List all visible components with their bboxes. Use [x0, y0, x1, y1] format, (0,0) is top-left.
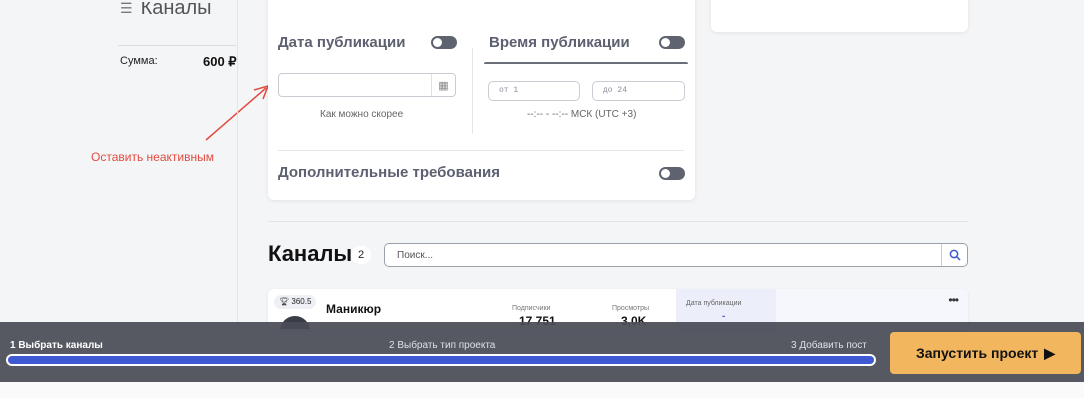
channels-title: Каналы: [268, 241, 353, 266]
play-icon: ▶: [1044, 344, 1056, 361]
date-field[interactable]: ▦: [278, 73, 456, 97]
channels-count-badge: 2: [351, 246, 371, 264]
progress-bar: [6, 354, 876, 366]
asap-text: Как можно скорее: [320, 109, 404, 120]
date-toggle[interactable]: [431, 36, 457, 49]
divider: [278, 150, 684, 151]
divider: [268, 221, 968, 222]
step-2[interactable]: 2 Выбрать тип проекта: [389, 340, 495, 351]
launch-project-button[interactable]: Запустить проект ▶: [890, 332, 1081, 374]
time-text: --:-- - --:-- МСК (UTC +3): [527, 109, 637, 120]
annotation-arrow-icon: [205, 84, 270, 141]
wizard-footer: 1 Выбрать каналы 2 Выбрать тип проекта 3…: [0, 322, 1084, 398]
extra-requirements-toggle[interactable]: [659, 167, 685, 180]
more-icon[interactable]: •••: [948, 293, 959, 307]
step-3[interactable]: 3 Добавить пост: [791, 340, 867, 351]
divider: [118, 45, 236, 46]
annotation-note: Оставить неактивным: [91, 150, 214, 164]
launch-label: Запустить проект: [915, 345, 1039, 361]
time-to-input[interactable]: до 24: [592, 81, 685, 101]
calendar-icon[interactable]: ▦: [431, 74, 455, 96]
step-1[interactable]: 1 Выбрать каналы: [10, 340, 103, 351]
divider: [237, 0, 238, 322]
summary-card: [711, 0, 968, 32]
views-label: Просмотры: [612, 305, 649, 312]
time-toggle[interactable]: [659, 36, 685, 49]
sum-label: Сумма:: [120, 55, 158, 67]
publication-settings-card: Дата публикации ▦ Как можно скорее Время…: [268, 0, 695, 200]
sum-value: 600 ₽: [203, 54, 237, 69]
subscribers-label: Подписчики: [512, 305, 551, 312]
sidebar-title: ☰ Каналы: [120, 2, 212, 20]
time-range-line: [484, 62, 688, 66]
rating-value: 360.5: [291, 297, 312, 306]
search-icon[interactable]: [941, 244, 967, 266]
search-input[interactable]: [385, 244, 925, 266]
date-header: Дата публикации: [278, 34, 406, 51]
pub-date-value: -: [722, 311, 726, 322]
rating-badge: 🏆︎ 360.5: [274, 295, 317, 309]
time-from-input[interactable]: от 1: [488, 81, 580, 101]
channel-name[interactable]: Маникюр: [326, 302, 381, 316]
footer-bottom: [0, 382, 1084, 398]
channel-search[interactable]: [384, 243, 968, 267]
trophy-icon: 🏆︎: [279, 297, 290, 306]
pub-date-label: Дата публикации: [686, 300, 742, 307]
extra-requirements-header: Дополнительные требования: [278, 164, 500, 181]
divider: [472, 48, 473, 134]
progress-fill: [8, 356, 874, 364]
time-header: Время публикации: [489, 34, 630, 51]
sidebar-title-text: Каналы: [140, 2, 212, 19]
list-icon: ☰: [120, 2, 133, 16]
